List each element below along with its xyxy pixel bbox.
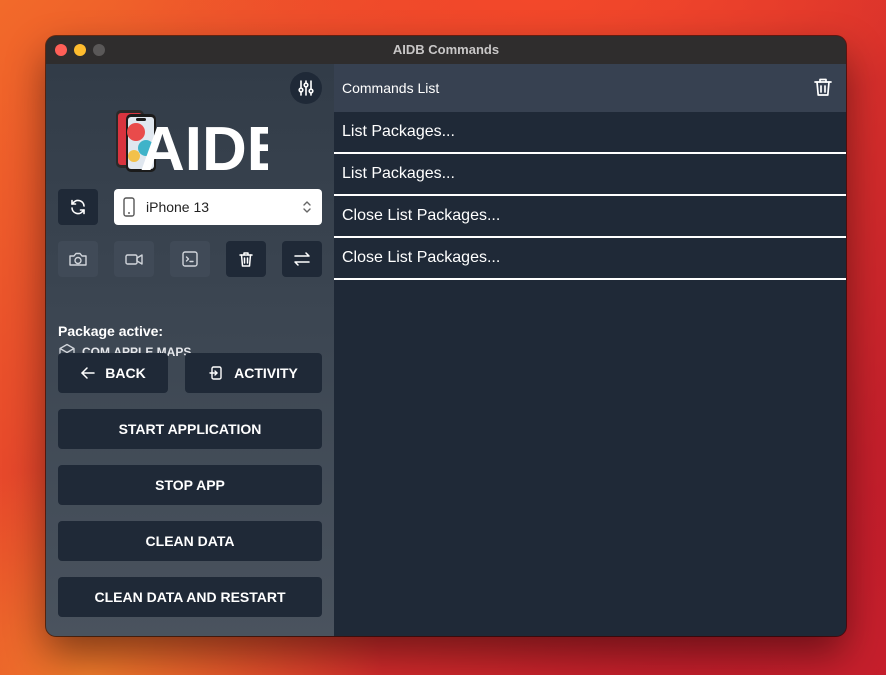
command-item[interactable]: Close List Packages...	[334, 196, 846, 238]
arrow-left-icon	[80, 366, 96, 380]
activity-button-label: ACTIVITY	[234, 365, 298, 381]
sidebar: AIDB iPhone 13	[46, 64, 334, 636]
phone-icon	[122, 197, 136, 217]
device-select[interactable]: iPhone 13	[114, 189, 322, 225]
back-button[interactable]: BACK	[58, 353, 168, 393]
screenshot-button[interactable]	[58, 241, 98, 277]
terminal-icon	[182, 251, 198, 267]
trash-icon	[239, 252, 253, 267]
back-button-label: BACK	[105, 365, 146, 381]
title-bar[interactable]: AIDB Commands	[46, 36, 846, 65]
command-item[interactable]: Close List Packages...	[334, 238, 846, 280]
app-window: AIDB Commands AIDB	[46, 36, 846, 636]
command-item[interactable]: List Packages...	[334, 112, 846, 154]
clear-commands-button[interactable]	[812, 76, 834, 98]
commands-panel: Commands List List Packages... List Pack…	[334, 64, 846, 636]
switch-button[interactable]	[282, 241, 322, 277]
chevron-up-down-icon	[302, 200, 312, 214]
delete-button[interactable]	[226, 241, 266, 277]
commands-header-title: Commands List	[342, 80, 440, 96]
command-item[interactable]: List Packages...	[334, 154, 846, 196]
refresh-devices-button[interactable]	[58, 189, 98, 225]
settings-button[interactable]	[290, 72, 322, 104]
clean-data-restart-label: CLEAN DATA AND RESTART	[94, 589, 286, 605]
aidb-logo: AIDB	[112, 108, 292, 184]
stop-app-button[interactable]: STOP APP	[58, 465, 322, 505]
clean-data-label: CLEAN DATA	[145, 533, 235, 549]
refresh-icon	[71, 199, 85, 215]
commands-header: Commands List	[334, 64, 846, 112]
activity-button[interactable]: ACTIVITY	[185, 353, 322, 393]
stop-app-label: STOP APP	[155, 477, 225, 493]
start-application-label: START APPLICATION	[118, 421, 262, 437]
terminal-button[interactable]	[170, 241, 210, 277]
start-application-button[interactable]: START APPLICATION	[58, 409, 322, 449]
swap-arrows-icon	[294, 252, 310, 266]
window-title: AIDB Commands	[392, 42, 500, 57]
commands-list: List Packages... List Packages... Close …	[334, 112, 846, 280]
sliders-icon	[298, 80, 314, 96]
clean-data-restart-button[interactable]: CLEAN DATA AND RESTART	[58, 577, 322, 617]
record-video-button[interactable]	[114, 241, 154, 277]
video-camera-icon	[125, 254, 143, 265]
enter-icon	[209, 365, 225, 381]
package-active-label: Package active:	[58, 323, 164, 339]
device-name: iPhone 13	[146, 199, 210, 215]
camera-icon	[69, 252, 87, 266]
svg-text:AIDB: AIDB	[140, 115, 268, 174]
clean-data-button[interactable]: CLEAN DATA	[58, 521, 322, 561]
trash-icon	[814, 78, 832, 96]
